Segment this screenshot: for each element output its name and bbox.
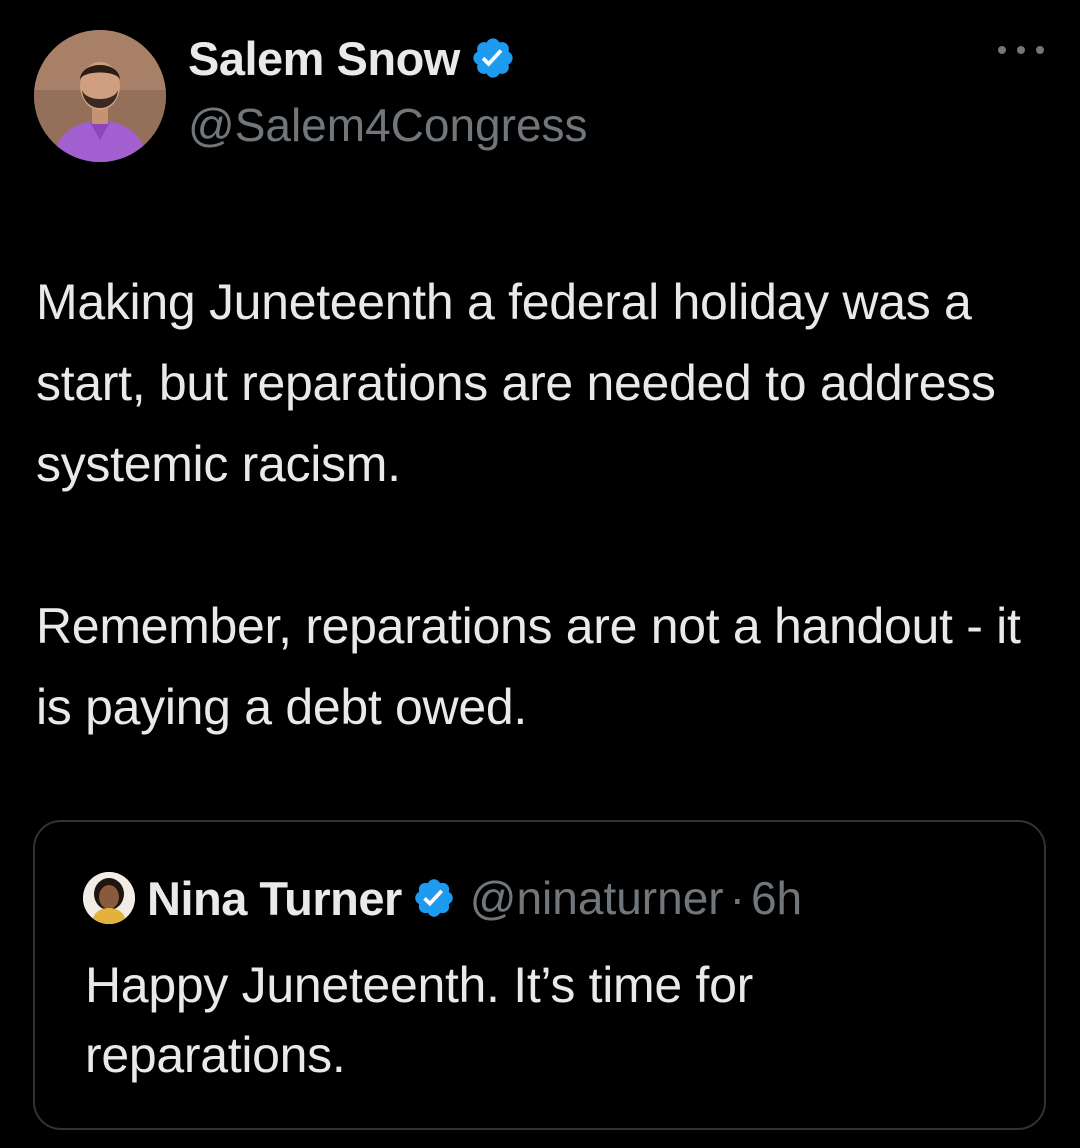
tweet-paragraph: Remember, reparations are not a handout … (36, 598, 1021, 735)
more-horizontal-icon (1036, 46, 1044, 54)
quoted-tweet-card[interactable]: Nina Turner @ninaturner · 6h Happy Junet… (33, 820, 1046, 1130)
verified-badge-icon (412, 876, 456, 920)
quoted-author-name[interactable]: Nina Turner (147, 871, 402, 926)
author-avatar[interactable] (34, 30, 166, 162)
author-handle[interactable]: @Salem4Congress (188, 98, 588, 152)
more-horizontal-icon (998, 46, 1006, 54)
verified-badge-icon (470, 35, 516, 81)
tweet-paragraph: Making Juneteenth a federal holiday was … (36, 274, 996, 492)
quoted-meta-separator: · (729, 872, 745, 924)
more-horizontal-icon (1017, 46, 1025, 54)
tweet-text: Making Juneteenth a federal holiday was … (36, 262, 1046, 748)
quoted-tweet-timestamp[interactable]: 6h (751, 871, 802, 925)
quoted-tweet-header: Nina Turner @ninaturner · 6h (83, 868, 802, 928)
author-name[interactable]: Salem Snow (188, 31, 460, 86)
author-name-row: Salem Snow (188, 30, 516, 86)
quoted-tweet-text: Happy Juneteenth. It’s time for reparati… (85, 957, 753, 1083)
more-options-button[interactable] (998, 38, 1044, 62)
quoted-author-avatar-image (83, 872, 135, 924)
quoted-author-handle[interactable]: @ninaturner (470, 871, 724, 925)
quoted-author-avatar[interactable] (83, 872, 135, 924)
tweet: Salem Snow @Salem4Congress Making Junete… (0, 0, 1080, 1148)
author-avatar-image (34, 30, 166, 162)
